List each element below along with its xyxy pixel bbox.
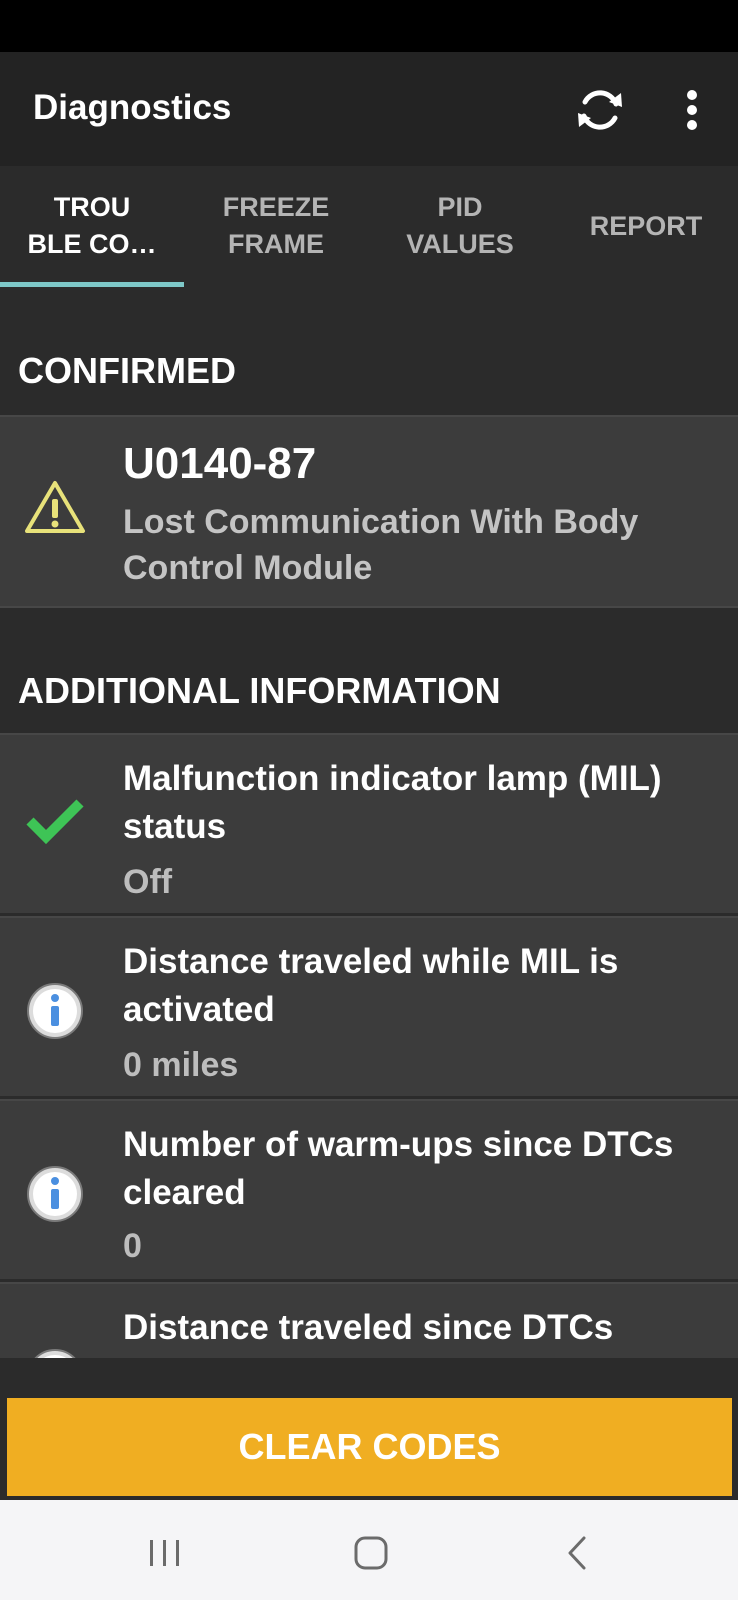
back-icon[interactable] xyxy=(548,1528,608,1578)
info-list-item[interactable]: Malfunction indicator lamp (MIL) status … xyxy=(0,733,738,913)
tab-bar: TROU BLE CO… FREEZE FRAME PID VALUES REP… xyxy=(0,166,738,287)
info-value: Off xyxy=(123,863,173,901)
info-value: 0 miles xyxy=(123,1046,239,1084)
tab-trouble-codes[interactable]: TROU BLE CO… xyxy=(0,166,184,286)
check-icon xyxy=(22,787,88,853)
info-list-item[interactable]: Distance traveled since DTCs xyxy=(0,1282,738,1358)
active-tab-indicator xyxy=(0,282,184,287)
tab-report[interactable]: REPORT xyxy=(554,166,738,286)
page-title: Diagnostics xyxy=(33,88,232,127)
recents-icon[interactable] xyxy=(135,1528,195,1578)
info-list-item[interactable]: Distance traveled while MIL is activated… xyxy=(0,916,738,1096)
info-icon xyxy=(22,978,88,1044)
info-icon xyxy=(22,1161,88,1227)
refresh-icon[interactable] xyxy=(572,82,628,138)
info-title: Distance traveled while MIL is activated xyxy=(123,942,619,1029)
dtc-list-item[interactable]: U0140-87 Lost Communication With Body Co… xyxy=(0,415,738,608)
info-title: Number of warm-ups since DTCs cleared xyxy=(123,1125,674,1212)
status-bar xyxy=(0,0,738,52)
clear-codes-button[interactable]: CLEAR CODES xyxy=(7,1398,732,1496)
more-vert-icon[interactable] xyxy=(672,82,712,138)
info-title: Distance traveled since DTCs xyxy=(123,1308,614,1347)
info-value: 0 xyxy=(123,1227,142,1265)
system-nav-bar xyxy=(0,1500,738,1600)
app-toolbar: Diagnostics xyxy=(0,52,738,166)
tab-pid-values[interactable]: PID VALUES xyxy=(368,166,552,286)
info-icon xyxy=(22,1344,88,1358)
tab-freeze-frame[interactable]: FREEZE FRAME xyxy=(184,166,368,286)
dtc-description: Lost Communication With Body Control Mod… xyxy=(123,503,639,587)
warning-icon xyxy=(22,475,88,541)
home-icon[interactable] xyxy=(341,1528,401,1578)
additional-info-section-header: ADDITIONAL INFORMATION xyxy=(18,670,501,711)
info-list-item[interactable]: Number of warm-ups since DTCs cleared 0 xyxy=(0,1099,738,1279)
dtc-code: U0140-87 xyxy=(123,439,317,488)
confirmed-section-header: CONFIRMED xyxy=(18,350,236,391)
info-title: Malfunction indicator lamp (MIL) status xyxy=(123,759,662,846)
